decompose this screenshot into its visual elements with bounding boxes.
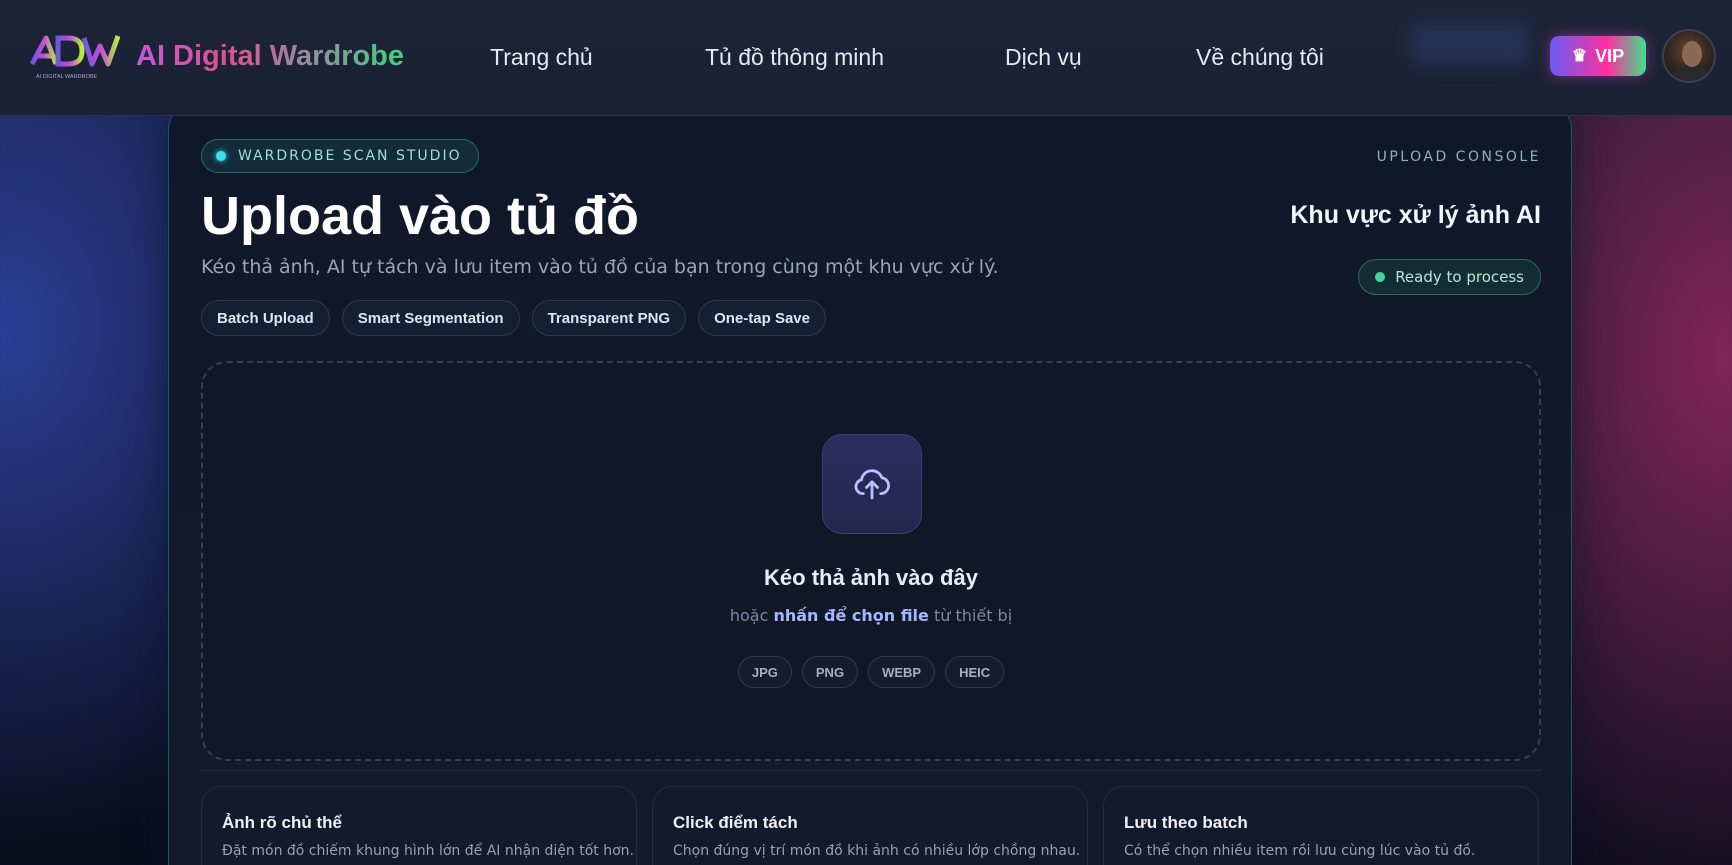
dropzone-sub-prefix: hoặc: [729, 606, 769, 625]
user-avatar[interactable]: [1662, 29, 1716, 83]
brand-logo[interactable]: AI DIGITAL WARDROBE: [28, 30, 124, 82]
tag-one-tap-save: One-tap Save: [698, 300, 826, 336]
status-dot: [216, 151, 226, 161]
tip-text: Có thể chọn nhiều item rồi lưu cùng lúc …: [1124, 843, 1476, 859]
dropzone-sub-suffix: từ thiết bị: [933, 606, 1013, 625]
status-text: Ready to process: [1395, 268, 1524, 286]
vip-button[interactable]: ♛ VIP: [1550, 36, 1646, 76]
vip-label: VIP: [1595, 45, 1625, 66]
tag-transparent-png: Transparent PNG: [531, 300, 687, 336]
nav-about[interactable]: Về chúng tôi: [1196, 44, 1324, 71]
tip-text: Chọn đúng vị trí món đồ khi ảnh có nhiều…: [673, 843, 1081, 859]
studio-badge-label: WARDROBE SCAN STUDIO: [238, 148, 462, 164]
ready-dot: [1375, 272, 1386, 282]
format-list: JPG PNG WEBP HEIC: [203, 656, 1539, 688]
upload-card: WARDROBE SCAN STUDIO UPLOAD CONSOLE Uplo…: [168, 100, 1572, 865]
format-badge-heic: HEIC: [945, 656, 1005, 688]
dropzone-title: Kéo thả ảnh vào đây: [764, 565, 978, 590]
choose-file-link[interactable]: nhấn để chọn file: [773, 606, 928, 625]
top-navbar: AI DIGITAL WARDROBE AI Digital Wardrobe …: [0, 0, 1732, 116]
panel-title: Khu vực xử lý ảnh AI: [1290, 201, 1541, 229]
upload-icon-box[interactable]: [822, 434, 922, 534]
svg-text:AI DIGITAL WARDROBE: AI DIGITAL WARDROBE: [36, 74, 98, 80]
tip-card: Lưu theo batch Có thể chọn nhiều item rồ…: [1103, 786, 1539, 865]
page-title: Upload vào tủ đồ: [201, 186, 639, 246]
avatar-body: [1672, 65, 1710, 81]
studio-badge: WARDROBE SCAN STUDIO: [201, 139, 479, 173]
format-badge-webp: WEBP: [868, 656, 936, 688]
nav-services[interactable]: Dịch vụ: [1005, 44, 1082, 71]
format-badge-jpg: JPG: [737, 656, 792, 688]
tip-card: Ảnh rõ chủ thể Đặt món đồ chiếm khung hì…: [201, 786, 637, 865]
status-badge: Ready to process: [1358, 259, 1541, 295]
tip-title: Click điểm tách: [673, 813, 798, 832]
tag-batch-upload: Batch Upload: [201, 300, 330, 336]
tip-text: Đặt món đồ chiếm khung hình lớn để AI nh…: [222, 843, 634, 859]
avatar-face: [1682, 41, 1702, 67]
upload-dropzone[interactable]: Kéo thả ảnh vào đây hoặc nhấn để chọn fi…: [201, 361, 1541, 761]
console-label: UPLOAD CONSOLE: [1376, 149, 1541, 165]
nav-smart-wardrobe[interactable]: Tủ đồ thông minh: [705, 44, 884, 71]
tag-smart-segmentation: Smart Segmentation: [341, 300, 520, 336]
nav-home[interactable]: Trang chủ: [490, 44, 593, 71]
crown-icon: ♛: [1571, 46, 1588, 65]
dropzone-subtitle: hoặc nhấn để chọn file từ thiết bị: [203, 606, 1539, 625]
section-divider: [201, 770, 1541, 771]
cloud-upload-icon: [854, 469, 890, 500]
tip-title: Ảnh rõ chủ thể: [222, 813, 342, 832]
tip-card: Click điểm tách Chọn đúng vị trí món đồ …: [652, 786, 1088, 865]
tip-title: Lưu theo batch: [1124, 813, 1248, 832]
format-badge-png: PNG: [801, 656, 859, 688]
page-subtitle: Kéo thả ảnh, AI tự tách và lưu item vào …: [201, 256, 999, 278]
feature-tags: Batch Upload Smart Segmentation Transpar…: [201, 300, 826, 336]
brand-name[interactable]: AI Digital Wardrobe: [136, 40, 404, 73]
adw-logo-icon: AI DIGITAL WARDROBE: [29, 35, 121, 80]
blurred-element: [1410, 22, 1530, 66]
tips-row: Ảnh rõ chủ thể Đặt món đồ chiếm khung hì…: [201, 786, 1539, 865]
